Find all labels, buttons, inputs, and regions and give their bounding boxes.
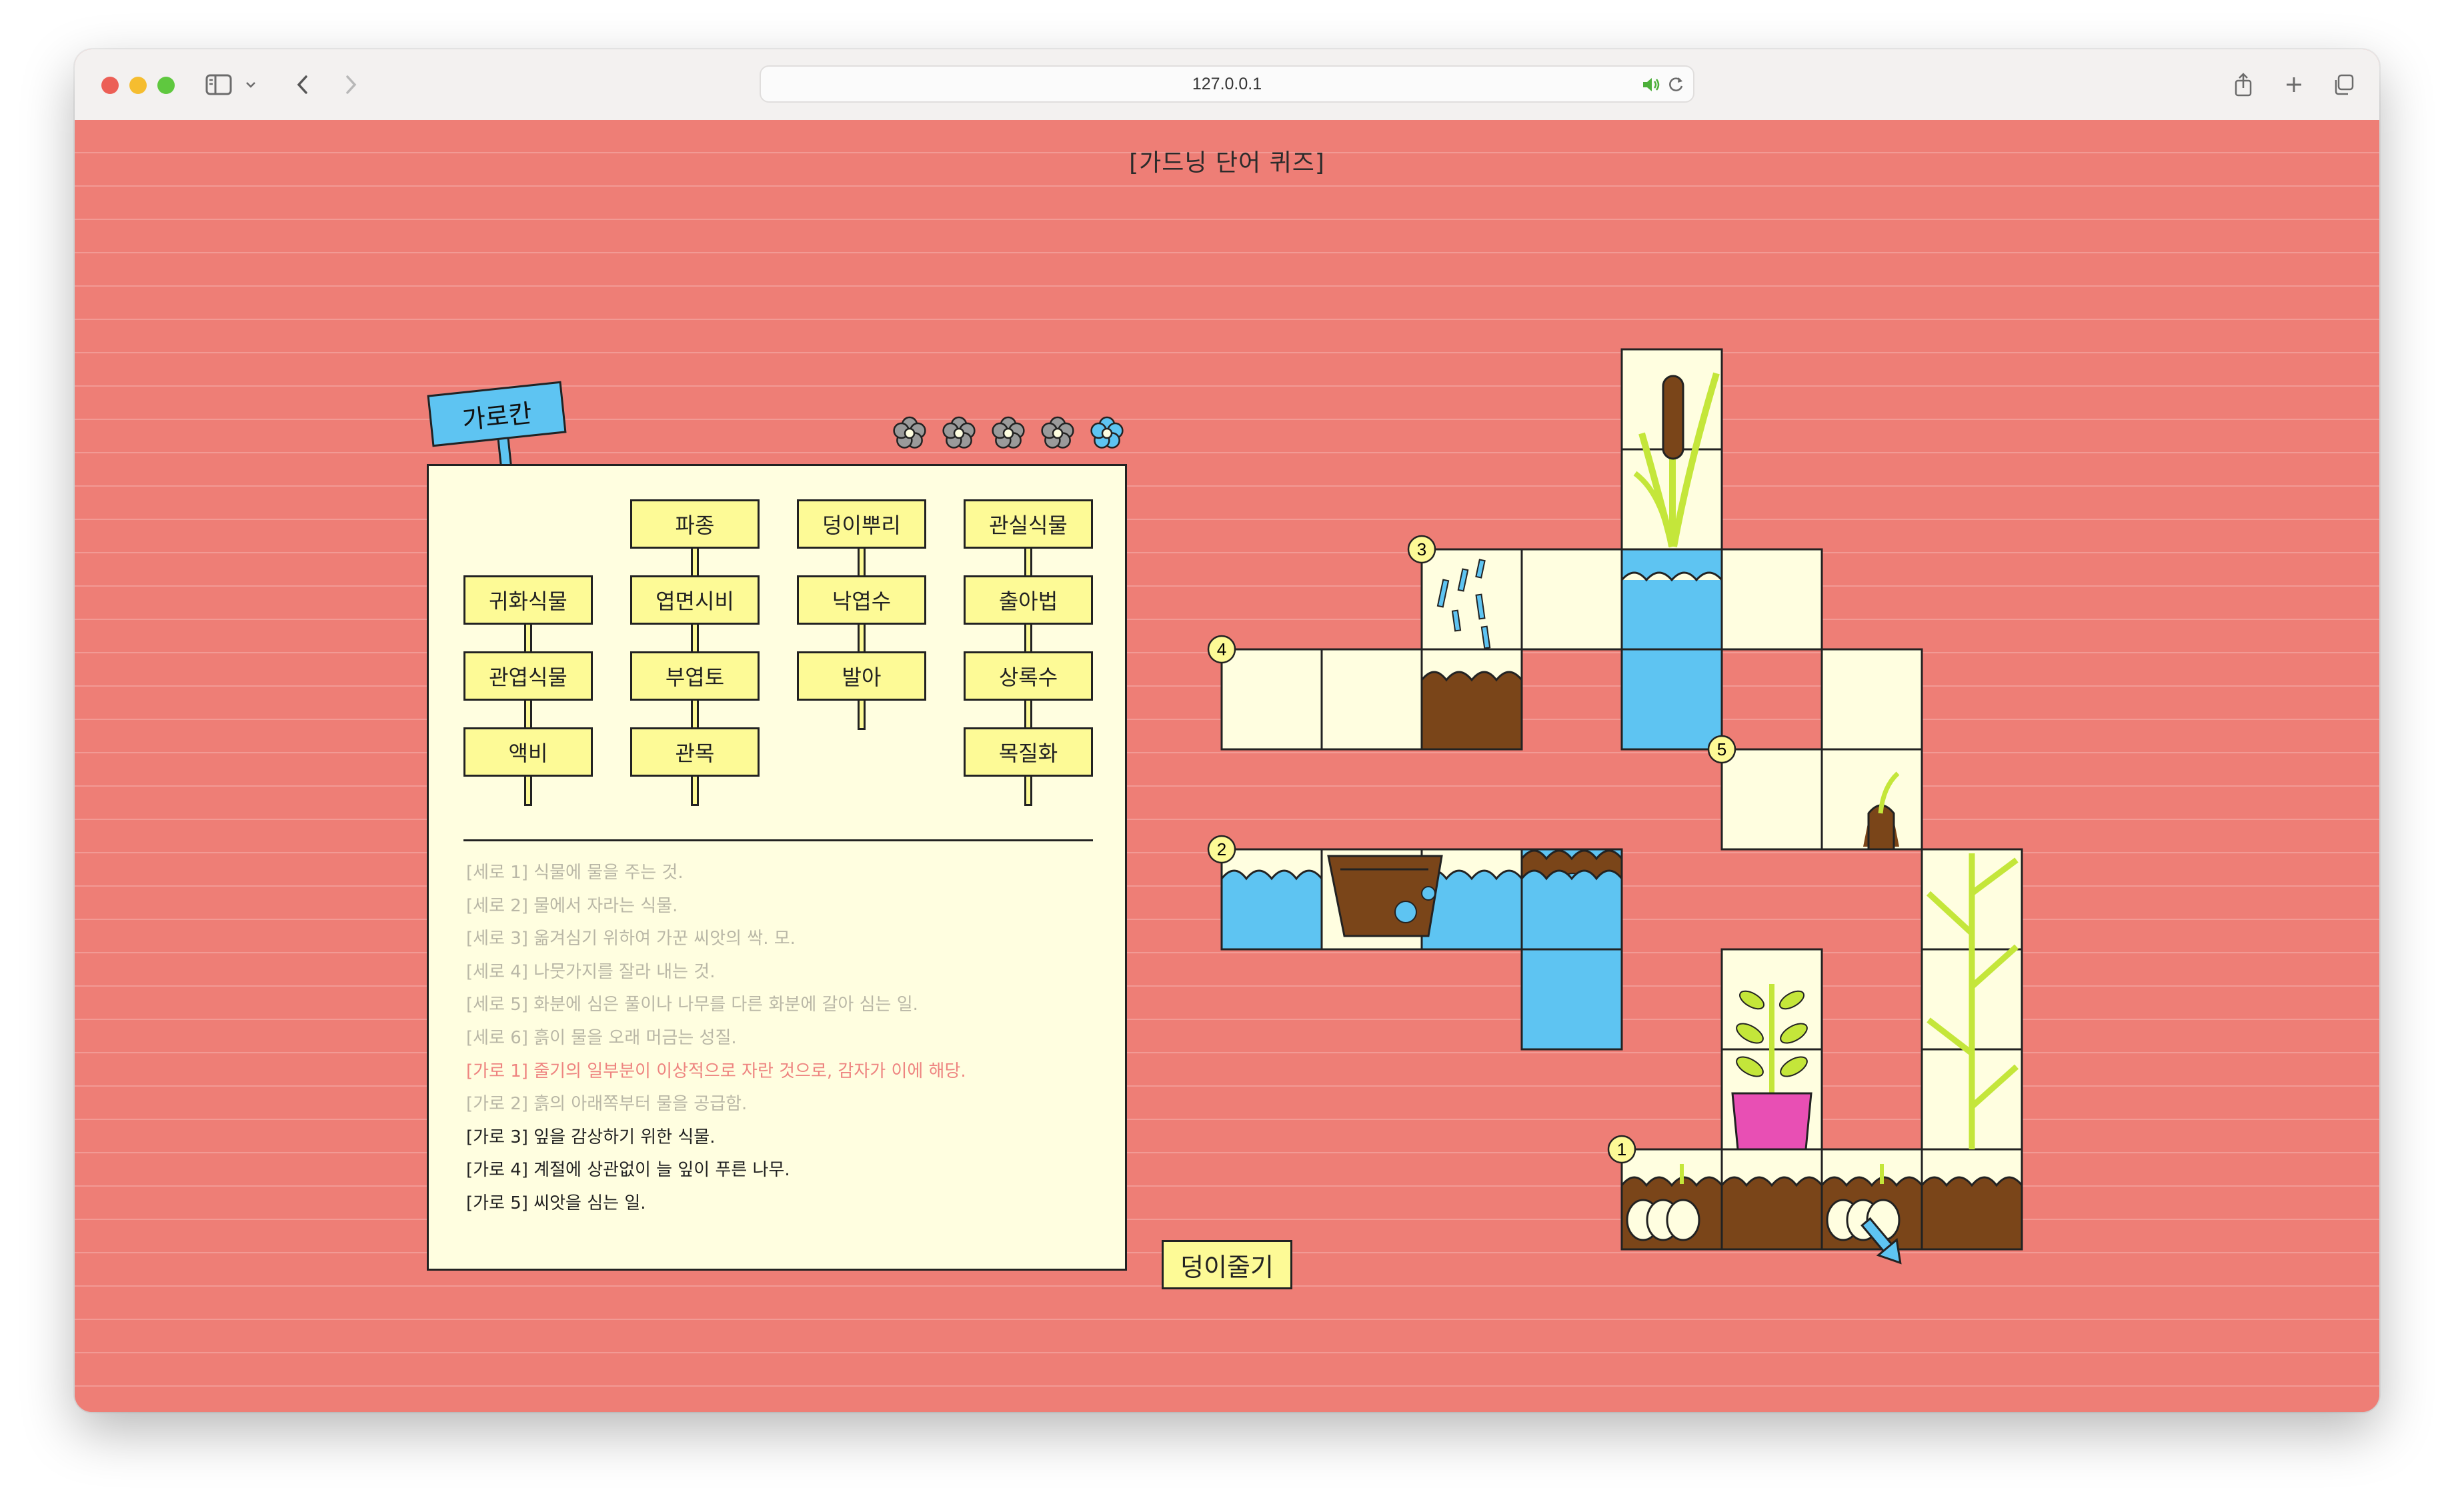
reload-icon[interactable] [1666,75,1685,98]
zoom-window-button[interactable] [157,77,175,94]
grid-cell [1220,648,1323,751]
svg-text:2: 2 [1217,839,1226,859]
grid-cell [1420,548,1523,651]
marker-1: 1 [1607,1135,1636,1164]
marker-5: 5 [1707,735,1736,764]
grid-cell [1820,648,1923,751]
marker-3: 3 [1407,535,1436,564]
water-wave [1520,869,1623,951]
soil-block [1420,671,1523,751]
grid-cell [1720,748,1823,851]
url-text: 127.0.0.1 [1192,74,1262,93]
grid-cell [1620,548,1723,651]
grid-cell [1520,948,1623,1051]
marker-4: 4 [1207,635,1236,664]
grid-cell [1720,548,1823,651]
new-tab-icon[interactable] [2279,65,2309,104]
marker-2: 2 [1207,835,1236,864]
browser-toolbar: 127.0.0.1 [75,49,2379,121]
speaker-icon[interactable] [1641,76,1661,98]
grid-cell [1620,648,1723,751]
svg-text:4: 4 [1217,639,1226,659]
water-wave [1220,869,1323,951]
grid-cell [1520,548,1623,651]
crossword-garden: 1 2 3 4 5 [1207,348,2023,1265]
svg-text:1: 1 [1617,1139,1626,1159]
svg-text:3: 3 [1417,539,1426,559]
address-bar[interactable]: 127.0.0.1 [760,65,1694,103]
close-window-button[interactable] [101,77,119,94]
browser-window: 127.0.0.1 [가드닝 단어 퀴즈] 가로칸 귀화식물 관엽식물 액비 파종 엽면… [75,49,2379,1412]
back-icon[interactable] [289,65,316,104]
grid-cell [1320,648,1423,751]
forward-icon[interactable] [337,65,364,104]
chevron-down-icon[interactable] [243,65,259,104]
share-icon[interactable] [2229,65,2258,104]
sidebar-toggle-icon[interactable] [203,65,235,104]
page-content: [가드닝 단어 퀴즈] 가로칸 귀화식물 관엽식물 액비 파종 엽면시비 부엽토 관목 덩이뿌… [75,120,2379,1412]
tab-overview-icon[interactable] [2329,65,2358,104]
minimize-window-button[interactable] [129,77,147,94]
svg-text:5: 5 [1717,739,1726,759]
